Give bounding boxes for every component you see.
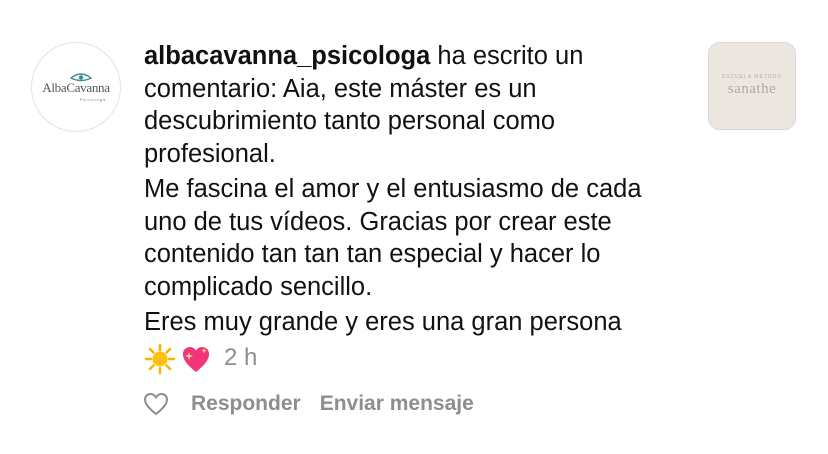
avatar-brand-subtitle: Psicóloga [79, 97, 107, 102]
comment-first-paragraph: albacavanna_psicologa ha escrito un come… [144, 40, 689, 170]
post-thumbnail[interactable]: ESCUELA MÉTODO sanathe [708, 42, 796, 130]
thumbnail-brand-text: sanathe [727, 81, 777, 97]
send-message-button[interactable]: Enviar mensaje [320, 392, 474, 416]
sun-emoji-icon [144, 343, 176, 374]
heart-icon[interactable] [143, 392, 169, 416]
profile-avatar[interactable]: AlbaCavanna Psicóloga [31, 42, 121, 132]
comment-timestamp: 2 h [224, 344, 258, 372]
thumbnail-small-text: ESCUELA MÉTODO [721, 74, 783, 80]
comment-second-paragraph: Me fascina el amor y el entusiasmo de ca… [144, 175, 642, 301]
reply-button[interactable]: Responder [191, 392, 301, 416]
comment-actions: Responder Enviar mensaje [143, 392, 474, 416]
avatar-brand-name: AlbaCavanna [42, 80, 110, 95]
comment-third-paragraph: Eres muy grande y eres una gran persona [144, 308, 622, 336]
comment-meta-line: 2 h [144, 342, 689, 376]
sparkling-heart-emoji-icon [183, 346, 209, 372]
comment-body: albacavanna_psicologa ha escrito un come… [144, 40, 689, 376]
comment-username[interactable]: albacavanna_psicologa [144, 42, 430, 70]
